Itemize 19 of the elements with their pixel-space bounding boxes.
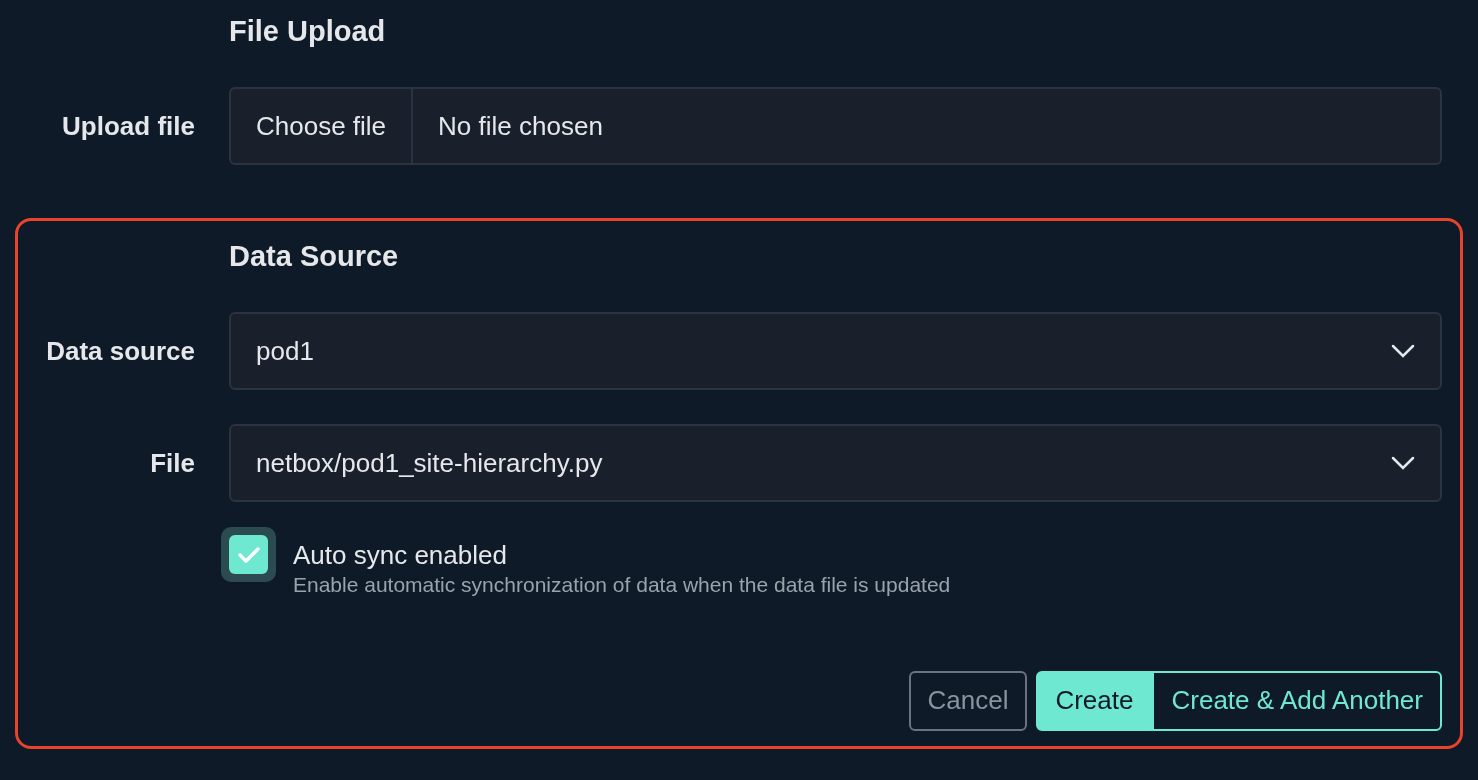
select-field[interactable]: netbox/pod1_site-hierarchy.py bbox=[229, 424, 1442, 502]
checkmark-icon bbox=[237, 545, 260, 564]
chevron-down-icon bbox=[1391, 456, 1415, 470]
choose-file-button[interactable]: Choose file bbox=[231, 89, 414, 163]
cancel-button[interactable]: Cancel bbox=[908, 670, 1028, 731]
file-input[interactable]: Choose file No file chosen bbox=[229, 87, 1442, 165]
create-button[interactable]: Create & Add Another bbox=[1152, 670, 1442, 731]
section-heading: Data Source bbox=[229, 239, 399, 274]
checkbox-label: Auto sync enabled bbox=[293, 539, 508, 572]
checkbox[interactable] bbox=[221, 527, 276, 582]
create-button[interactable]: Create bbox=[1036, 670, 1153, 731]
field-label: File bbox=[150, 446, 195, 480]
help-text: Enable automatic synchronization of data when the data file is updated bbox=[293, 572, 951, 598]
chevron-down-icon bbox=[1391, 344, 1415, 358]
field-label: Data source bbox=[46, 334, 195, 368]
file-status-text: No file chosen bbox=[437, 109, 604, 143]
field-label: Upload file bbox=[62, 109, 195, 143]
select-field[interactable]: pod1 bbox=[229, 312, 1442, 390]
section-heading: File Upload bbox=[229, 14, 386, 49]
